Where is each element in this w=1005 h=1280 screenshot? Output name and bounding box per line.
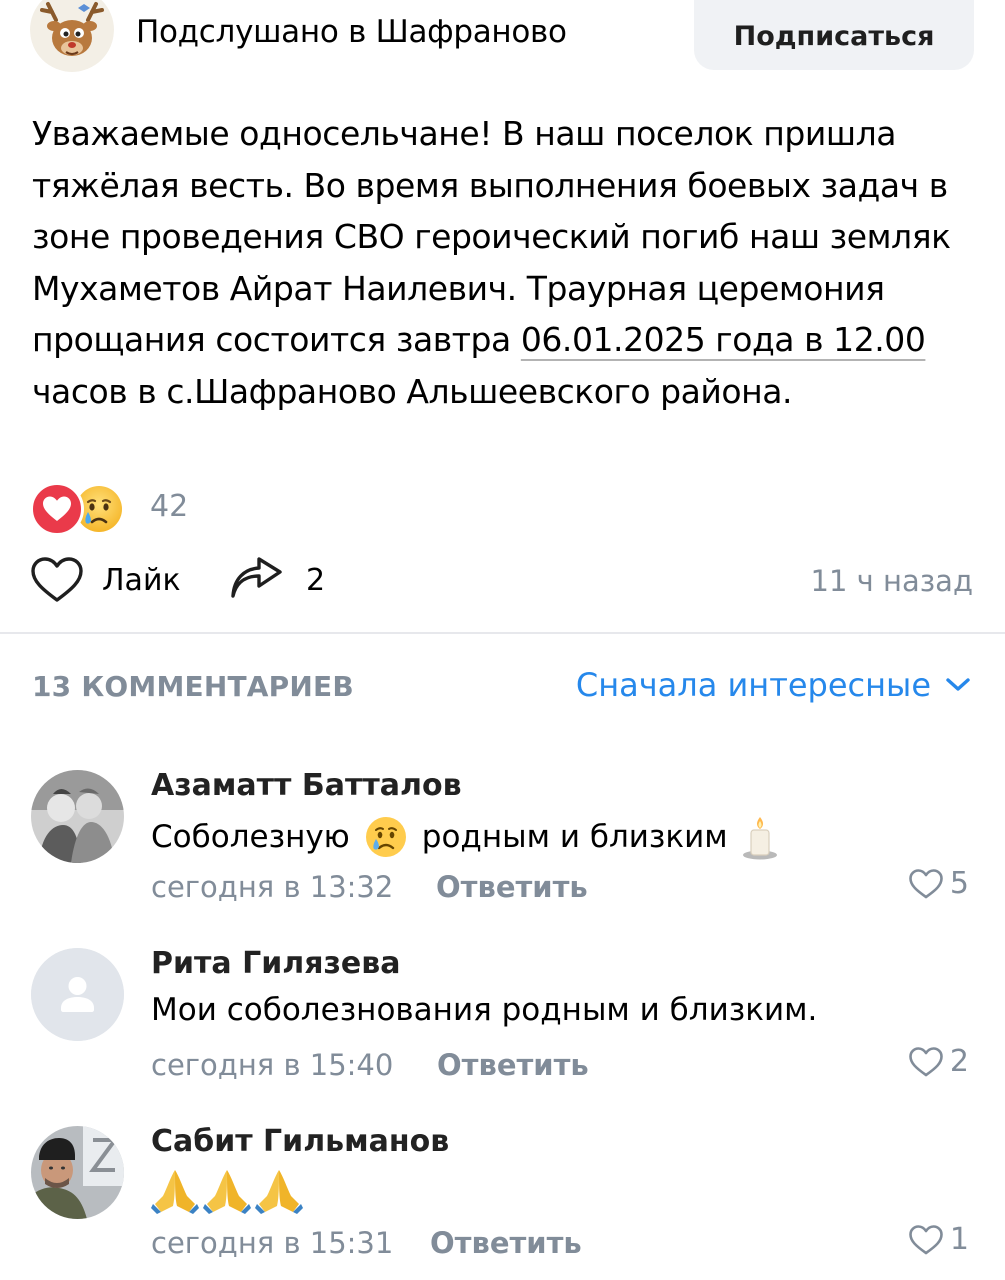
comment-item: Азаматт Батталов Соболезную родным и бли… <box>0 768 1005 930</box>
group-avatar[interactable] <box>30 0 114 72</box>
comment-text: Мои соболезнования родным и близким. <box>151 992 818 1028</box>
reply-button[interactable]: Ответить <box>430 1226 582 1260</box>
post-time: 11 ч назад <box>810 564 973 598</box>
comment-like-count: 2 <box>949 1044 969 1079</box>
avatar[interactable] <box>31 770 124 863</box>
heart-outline-icon <box>909 1224 943 1254</box>
post-actions: Лайк 2 11 ч назад <box>0 550 1005 610</box>
crying-face-icon <box>365 817 406 857</box>
comments-count: 13 КОММЕНТАРИЕВ <box>32 670 354 703</box>
heart-reaction-icon <box>30 482 84 536</box>
post-page: Подслушано в Шафраново Подписаться Уважа… <box>0 0 1005 1280</box>
deer-icon <box>30 0 114 72</box>
candle-icon <box>742 817 777 860</box>
comment-like-button[interactable]: 5 <box>908 866 969 901</box>
comment-time: сегодня в 15:31 <box>151 1226 394 1260</box>
post-text: Уважаемые односельчане! В наш поселок пр… <box>32 108 977 417</box>
reactions-count: 42 <box>150 489 189 524</box>
like-label: Лайк <box>102 562 181 598</box>
comment-text-part1: Соболезную <box>151 819 350 855</box>
comment-item: Рита Гилязева Мои соболезнования родным … <box>0 946 1005 1108</box>
comment-text-part2: родным и близким <box>421 819 728 855</box>
post-text-part2: часов в с.Шафраново Альшеевского района. <box>32 371 793 411</box>
divider <box>0 632 1005 634</box>
comment-like-button[interactable]: 2 <box>908 1044 969 1079</box>
comment-like-count: 1 <box>949 1222 969 1257</box>
chevron-down-icon <box>946 678 970 691</box>
reply-button[interactable]: Ответить <box>436 870 588 904</box>
user-placeholder-icon <box>31 948 124 1041</box>
comment-time: сегодня в 15:40 <box>151 1048 394 1082</box>
comment-like-count: 5 <box>949 866 969 901</box>
reply-button[interactable]: Ответить <box>437 1048 589 1082</box>
comment-time: сегодня в 13:32 <box>151 870 394 904</box>
heart-outline-icon <box>31 557 83 602</box>
comment-author[interactable]: Сабит Гильманов <box>151 1124 449 1159</box>
share-count: 2 <box>306 562 326 598</box>
share-button[interactable]: 2 <box>228 552 325 608</box>
comment-author[interactable]: Азаматт Батталов <box>151 768 462 803</box>
praying-hands-icon <box>151 1170 303 1214</box>
comment-author[interactable]: Рита Гилязева <box>151 946 400 981</box>
group-name[interactable]: Подслушано в Шафраново <box>136 14 567 50</box>
sort-label: Сначала интересные <box>575 666 931 704</box>
share-arrow-icon <box>231 557 282 598</box>
heart-outline-icon <box>909 868 943 898</box>
post-date-link[interactable]: 06.01.2025 года в 12.00 <box>521 320 926 359</box>
like-button[interactable]: Лайк <box>30 552 181 608</box>
avatar[interactable] <box>31 948 124 1041</box>
comment-like-button[interactable]: 1 <box>908 1222 969 1257</box>
comment-item: Сабит Гильманов сегодня в 15:31 Ответить… <box>0 1124 1005 1280</box>
heart-outline-icon <box>909 1046 943 1076</box>
avatar[interactable] <box>31 1126 124 1219</box>
comment-text: Соболезную родным и близким <box>151 814 780 860</box>
comments-sort-dropdown[interactable]: Сначала интересные <box>576 666 971 704</box>
post-header: Подслушано в Шафраново Подписаться <box>0 0 1005 72</box>
subscribe-button[interactable]: Подписаться <box>694 0 974 70</box>
comment-text <box>151 1166 311 1214</box>
